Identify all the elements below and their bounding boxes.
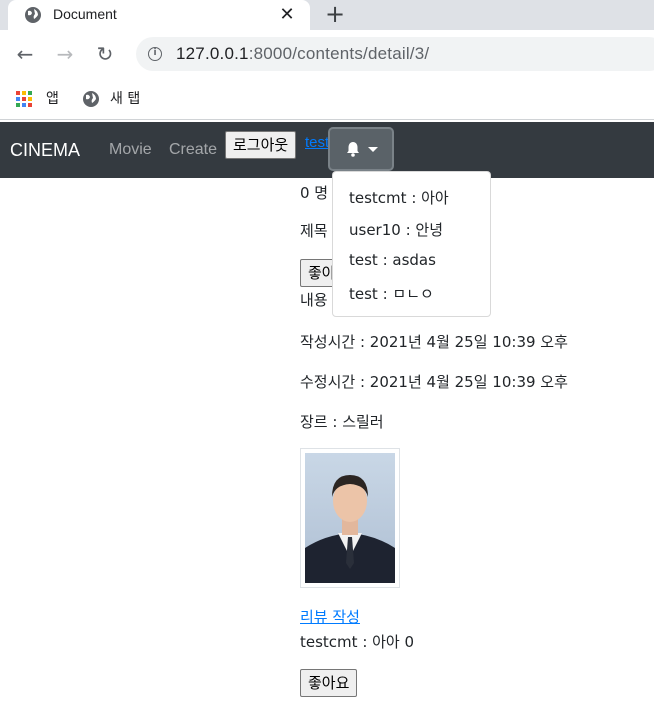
- notification-dropdown-menu: testcmt : 아아 user10 : 안녕 test : asdas te…: [332, 171, 491, 317]
- site-navbar: CINEMA Movie Create test 로그아웃: [0, 122, 654, 178]
- tab-title: Document: [53, 6, 117, 22]
- nav-link-movie[interactable]: Movie: [109, 141, 152, 159]
- bookmark-apps-label: 앱: [46, 91, 59, 107]
- notification-dropdown-button[interactable]: [328, 127, 394, 171]
- notification-item[interactable]: test : asdas: [349, 251, 436, 269]
- apps-grid-icon: [16, 91, 33, 108]
- notification-item[interactable]: testcmt : 아아: [349, 187, 449, 208]
- write-review-link[interactable]: 리뷰 작성: [300, 606, 360, 627]
- reload-icon[interactable]: ↻: [92, 41, 118, 67]
- comment-item: testcmt : 아아 0: [300, 633, 415, 651]
- content-label: 내용: [300, 291, 328, 309]
- new-tab-button[interactable]: +: [322, 2, 348, 28]
- created-time: 작성시간 : 2021년 4월 25일 10:39 오후: [300, 333, 568, 351]
- globe-icon: [25, 7, 41, 23]
- back-arrow-icon[interactable]: ←: [12, 41, 38, 67]
- url-path: :8000/contents/detail/3/: [248, 44, 430, 63]
- browser-toolbar: ← → ↻ i 127.0.0.1:8000/contents/detail/3…: [0, 30, 654, 78]
- url-text: 127.0.0.1:8000/contents/detail/3/: [176, 44, 429, 64]
- genre: 장르 : 스릴러: [300, 413, 384, 431]
- browser-tab[interactable]: Document ✕: [8, 0, 310, 30]
- caret-down-icon: [368, 147, 378, 152]
- notification-item[interactable]: test : ㅁㄴㅇ: [349, 283, 434, 304]
- site-info-icon[interactable]: i: [148, 47, 162, 61]
- notification-item[interactable]: user10 : 안녕: [349, 219, 443, 240]
- globe-icon: [83, 91, 99, 107]
- user-link[interactable]: test: [305, 134, 329, 151]
- forward-arrow-icon[interactable]: →: [52, 41, 78, 67]
- updated-time: 수정시간 : 2021년 4월 25일 10:39 오후: [300, 373, 568, 391]
- logout-button[interactable]: 로그아웃: [225, 131, 297, 159]
- like-button-top[interactable]: 좋아: [300, 259, 336, 287]
- nav-link-create[interactable]: Create: [169, 141, 217, 159]
- close-tab-icon[interactable]: ✕: [276, 4, 298, 26]
- like-button[interactable]: 좋아요: [300, 669, 358, 697]
- brand-logo[interactable]: CINEMA: [10, 140, 80, 161]
- bell-icon: [347, 142, 359, 157]
- poster-photo: [305, 453, 395, 583]
- poster-image: [300, 448, 400, 588]
- bookmark-new-tab-label: 새 탭: [110, 91, 141, 107]
- browser-tabstrip: Document ✕ +: [0, 0, 654, 30]
- portrait-illustration: [305, 475, 395, 583]
- url-host: 127.0.0.1: [176, 44, 249, 63]
- likes-count: 0 명: [300, 184, 329, 202]
- title-label: 제목: [300, 222, 328, 240]
- bookmarks-bar: 앱 새 탭: [0, 78, 654, 120]
- address-bar[interactable]: i 127.0.0.1:8000/contents/detail/3/: [136, 37, 654, 71]
